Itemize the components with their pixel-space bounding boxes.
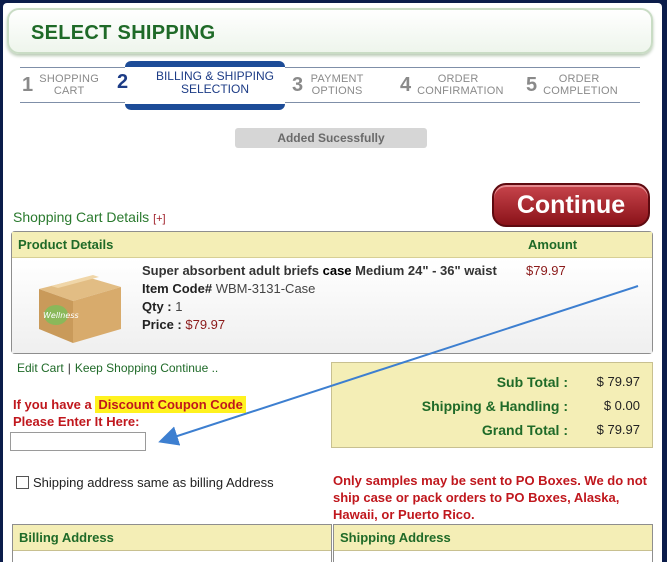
expand-toggle[interactable]: [+] [153,213,166,225]
step-label: Order Confirmation [417,73,504,97]
step-number: 5 [526,73,538,96]
shipping-address-panel: Shipping Address [333,524,653,562]
step-number-active: 2 [117,71,129,93]
subtotal-row: Sub Total : $ 79.97 [332,374,652,394]
col-product-details: Product Details [18,237,114,252]
step-shopping-cart[interactable]: 1 Shopping Cart [22,68,99,102]
item-qty: Qty : 1 [142,299,183,314]
product-box-image: Wellness [39,275,121,343]
step-label: Shopping Cart [39,73,99,97]
item-price: Price : $79.97 [142,317,226,332]
grand-total-value: $ 79.97 [596,422,640,437]
coupon-prompt-2: Please Enter It Here: [13,414,140,429]
coupon-highlight: Discount Coupon Code [95,396,246,413]
checkout-steps: 1 Shopping Cart 3 Payment Options 4 Orde… [20,67,640,103]
shipping-value: $ 0.00 [603,398,640,413]
header-bar: SELECT SHIPPING [7,8,653,54]
product-name[interactable]: Super absorbent adult briefs case Medium… [142,263,497,278]
keep-shopping-link[interactable]: Keep Shopping Continue .. [75,361,218,375]
status-notice: Added Sucessfully [235,128,427,148]
box-brand-text: Wellness [43,311,79,320]
subtotal-value: $ 79.97 [596,374,640,389]
order-totals: Sub Total : $ 79.97 Shipping & Handling … [331,362,653,448]
cart-details-title: Shopping Cart Details [13,209,150,225]
item-code: Item Code# WBM-3131-Case [142,281,316,296]
step-order-confirmation: 4 Order Confirmation [400,68,504,102]
col-amount: Amount [528,237,578,252]
subtotal-label: Sub Total : [496,374,568,390]
grand-total-label: Grand Total : [481,422,568,438]
same-address-checkbox[interactable] [16,476,29,489]
product-table: Product Details Amount Wellness Super ab… [11,231,653,354]
step-number: 4 [400,73,412,96]
coupon-code-input[interactable] [10,432,146,451]
item-amount: $79.97 [526,263,566,278]
po-box-notice: Only samples may be sent to PO Boxes. We… [333,473,648,522]
same-address-option[interactable]: Shipping address same as billing Address [16,475,274,490]
step-label: Order Completion [543,73,618,97]
coupon-prompt: If you have a Discount Coupon Code [13,396,246,413]
same-address-label: Shipping address same as billing Address [33,475,274,490]
billing-address-title: Billing Address [13,525,331,551]
edit-cart-link[interactable]: Edit Cart [17,361,64,375]
step-number: 3 [292,73,304,96]
grand-total-row: Grand Total : $ 79.97 [332,422,652,442]
product-row: Wellness Super absorbent adult briefs ca… [12,259,652,353]
shipping-address-title: Shipping Address [334,525,652,551]
cart-details-heading: Shopping Cart Details [+] [13,209,166,225]
step-order-completion: 5 Order Completion [526,68,618,102]
shipping-row: Shipping & Handling : $ 0.00 [332,398,652,418]
shipping-label: Shipping & Handling : [421,398,568,414]
product-table-header: Product Details Amount [12,232,652,258]
continue-button[interactable]: Continue [492,183,650,227]
step-number: 1 [22,73,34,96]
page-title: SELECT SHIPPING [31,22,216,44]
step-label: Payment Options [310,73,364,97]
cart-links: Edit Cart | Keep Shopping Continue .. [17,361,219,375]
step-label-active: Billing & Shipping Selection [155,69,275,96]
step-payment-options: 3 Payment Options [292,68,365,102]
billing-address-panel: Billing Address [12,524,332,562]
